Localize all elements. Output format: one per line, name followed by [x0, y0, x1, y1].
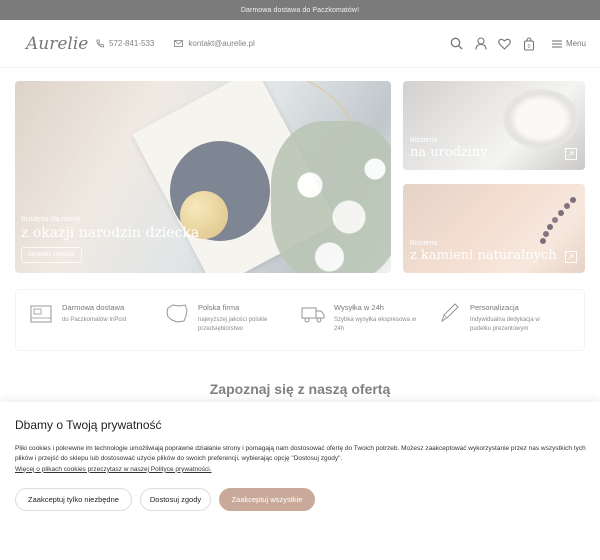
feature-title: Polska firma [198, 303, 240, 312]
user-icon[interactable] [474, 37, 488, 51]
truck-icon [301, 307, 325, 323]
site-header: Aurelie 572-841-533 kontakt@aurelie.pl 0… [0, 20, 600, 68]
accept-all-button[interactable]: Zaakceptuj wszystkie [219, 487, 315, 511]
banner-side2-title: z kamieni naturalnych [410, 248, 557, 263]
jewelry-dish-image [503, 89, 579, 149]
feature-polish-company: Polska firma najwyższej jakości polskie … [164, 300, 300, 340]
search-icon[interactable] [450, 37, 464, 51]
cookie-title: Dbamy o Twoją prywatność [15, 418, 162, 432]
cookie-consent-banner: Dbamy o Twoją prywatność Pliki cookies i… [0, 402, 600, 560]
privacy-policy-link[interactable]: Więcej o plikach cookies przeczytasz w n… [15, 466, 585, 473]
feature-title: Wysyłka w 24h [334, 303, 384, 312]
banner-natural-stones[interactable]: Biżuteria z kamieni naturalnych [403, 184, 585, 273]
parcel-icon [30, 305, 52, 323]
feature-desc: najwyższej jakości polskie przedsiębiors… [198, 317, 268, 332]
banner-side1-small: Biżuteria [410, 137, 438, 144]
poland-map-icon [166, 304, 188, 323]
email-address: kontakt@aurelie.pl [188, 39, 255, 48]
logo[interactable]: Aurelie [26, 34, 96, 54]
feature-24h-shipping: Wysyłka w 24h Szybka wysyłka ekspresowa … [300, 300, 436, 340]
accept-necessary-button[interactable]: Zaakceptuj tylko niezbędne [15, 487, 132, 511]
check-collection-button[interactable]: Sprawdź kolekcję [21, 247, 82, 263]
offer-section-title: Zapoznaj się z naszą ofertą [209, 381, 391, 397]
menu-icon [551, 39, 562, 48]
feature-desc: Indywidualna dedykacja w pudełku prezent… [470, 317, 540, 332]
mail-icon [174, 40, 184, 47]
arrow-icon[interactable] [565, 148, 577, 160]
features-bar: Darmowa dostawa do Paczkomatów InPost Po… [15, 289, 585, 351]
menu-label: Menu [565, 39, 586, 48]
banner-main-small: Biżuteria dla mamy [21, 216, 81, 223]
menu-button[interactable]: Menu [551, 39, 586, 48]
pen-icon [441, 303, 459, 323]
feature-title: Personalizacja [470, 303, 519, 312]
arrow-icon[interactable] [565, 251, 577, 263]
feature-title: Darmowa dostawa [62, 303, 125, 312]
phone-contact[interactable]: 572-841-533 [96, 39, 154, 48]
banner-main-title: z okazji narodzin dziecka [21, 225, 200, 241]
banner-side1-title: na urodziny [410, 145, 488, 160]
heart-icon[interactable] [498, 37, 512, 51]
banner-mom-collection[interactable]: Biżuteria dla mamy z okazji narodzin dzi… [15, 81, 391, 273]
banner-birthday[interactable]: Biżuteria na urodziny [403, 81, 585, 170]
feature-desc: Szybka wysyłka ekspresowa w 24h [334, 317, 417, 332]
phone-icon [96, 39, 104, 48]
cookie-text: Pliki cookies i pokrewne im technologie … [15, 445, 586, 463]
promo-text: Darmowa dostawa do Paczkomatów! [240, 6, 360, 14]
customize-consents-button[interactable]: Dostosuj zgody [140, 487, 211, 511]
feature-desc: do Paczkomatów InPost [62, 317, 127, 323]
hero-banners: Biżuteria dla mamy z okazji narodzin dzi… [15, 81, 585, 273]
feature-free-delivery: Darmowa dostawa do Paczkomatów InPost [28, 300, 164, 340]
bag-icon[interactable]: 0 [522, 36, 536, 51]
promo-topbar: Darmowa dostawa do Paczkomatów! [0, 0, 600, 20]
banner-side2-small: Biżuteria [410, 240, 438, 247]
email-contact[interactable]: kontakt@aurelie.pl [174, 39, 255, 48]
feature-personalization: Personalizacja Indywidualna dedykacja w … [436, 300, 572, 340]
phone-number: 572-841-533 [109, 39, 155, 48]
flowers-image [271, 121, 391, 273]
cart-count: 0 [528, 44, 531, 50]
